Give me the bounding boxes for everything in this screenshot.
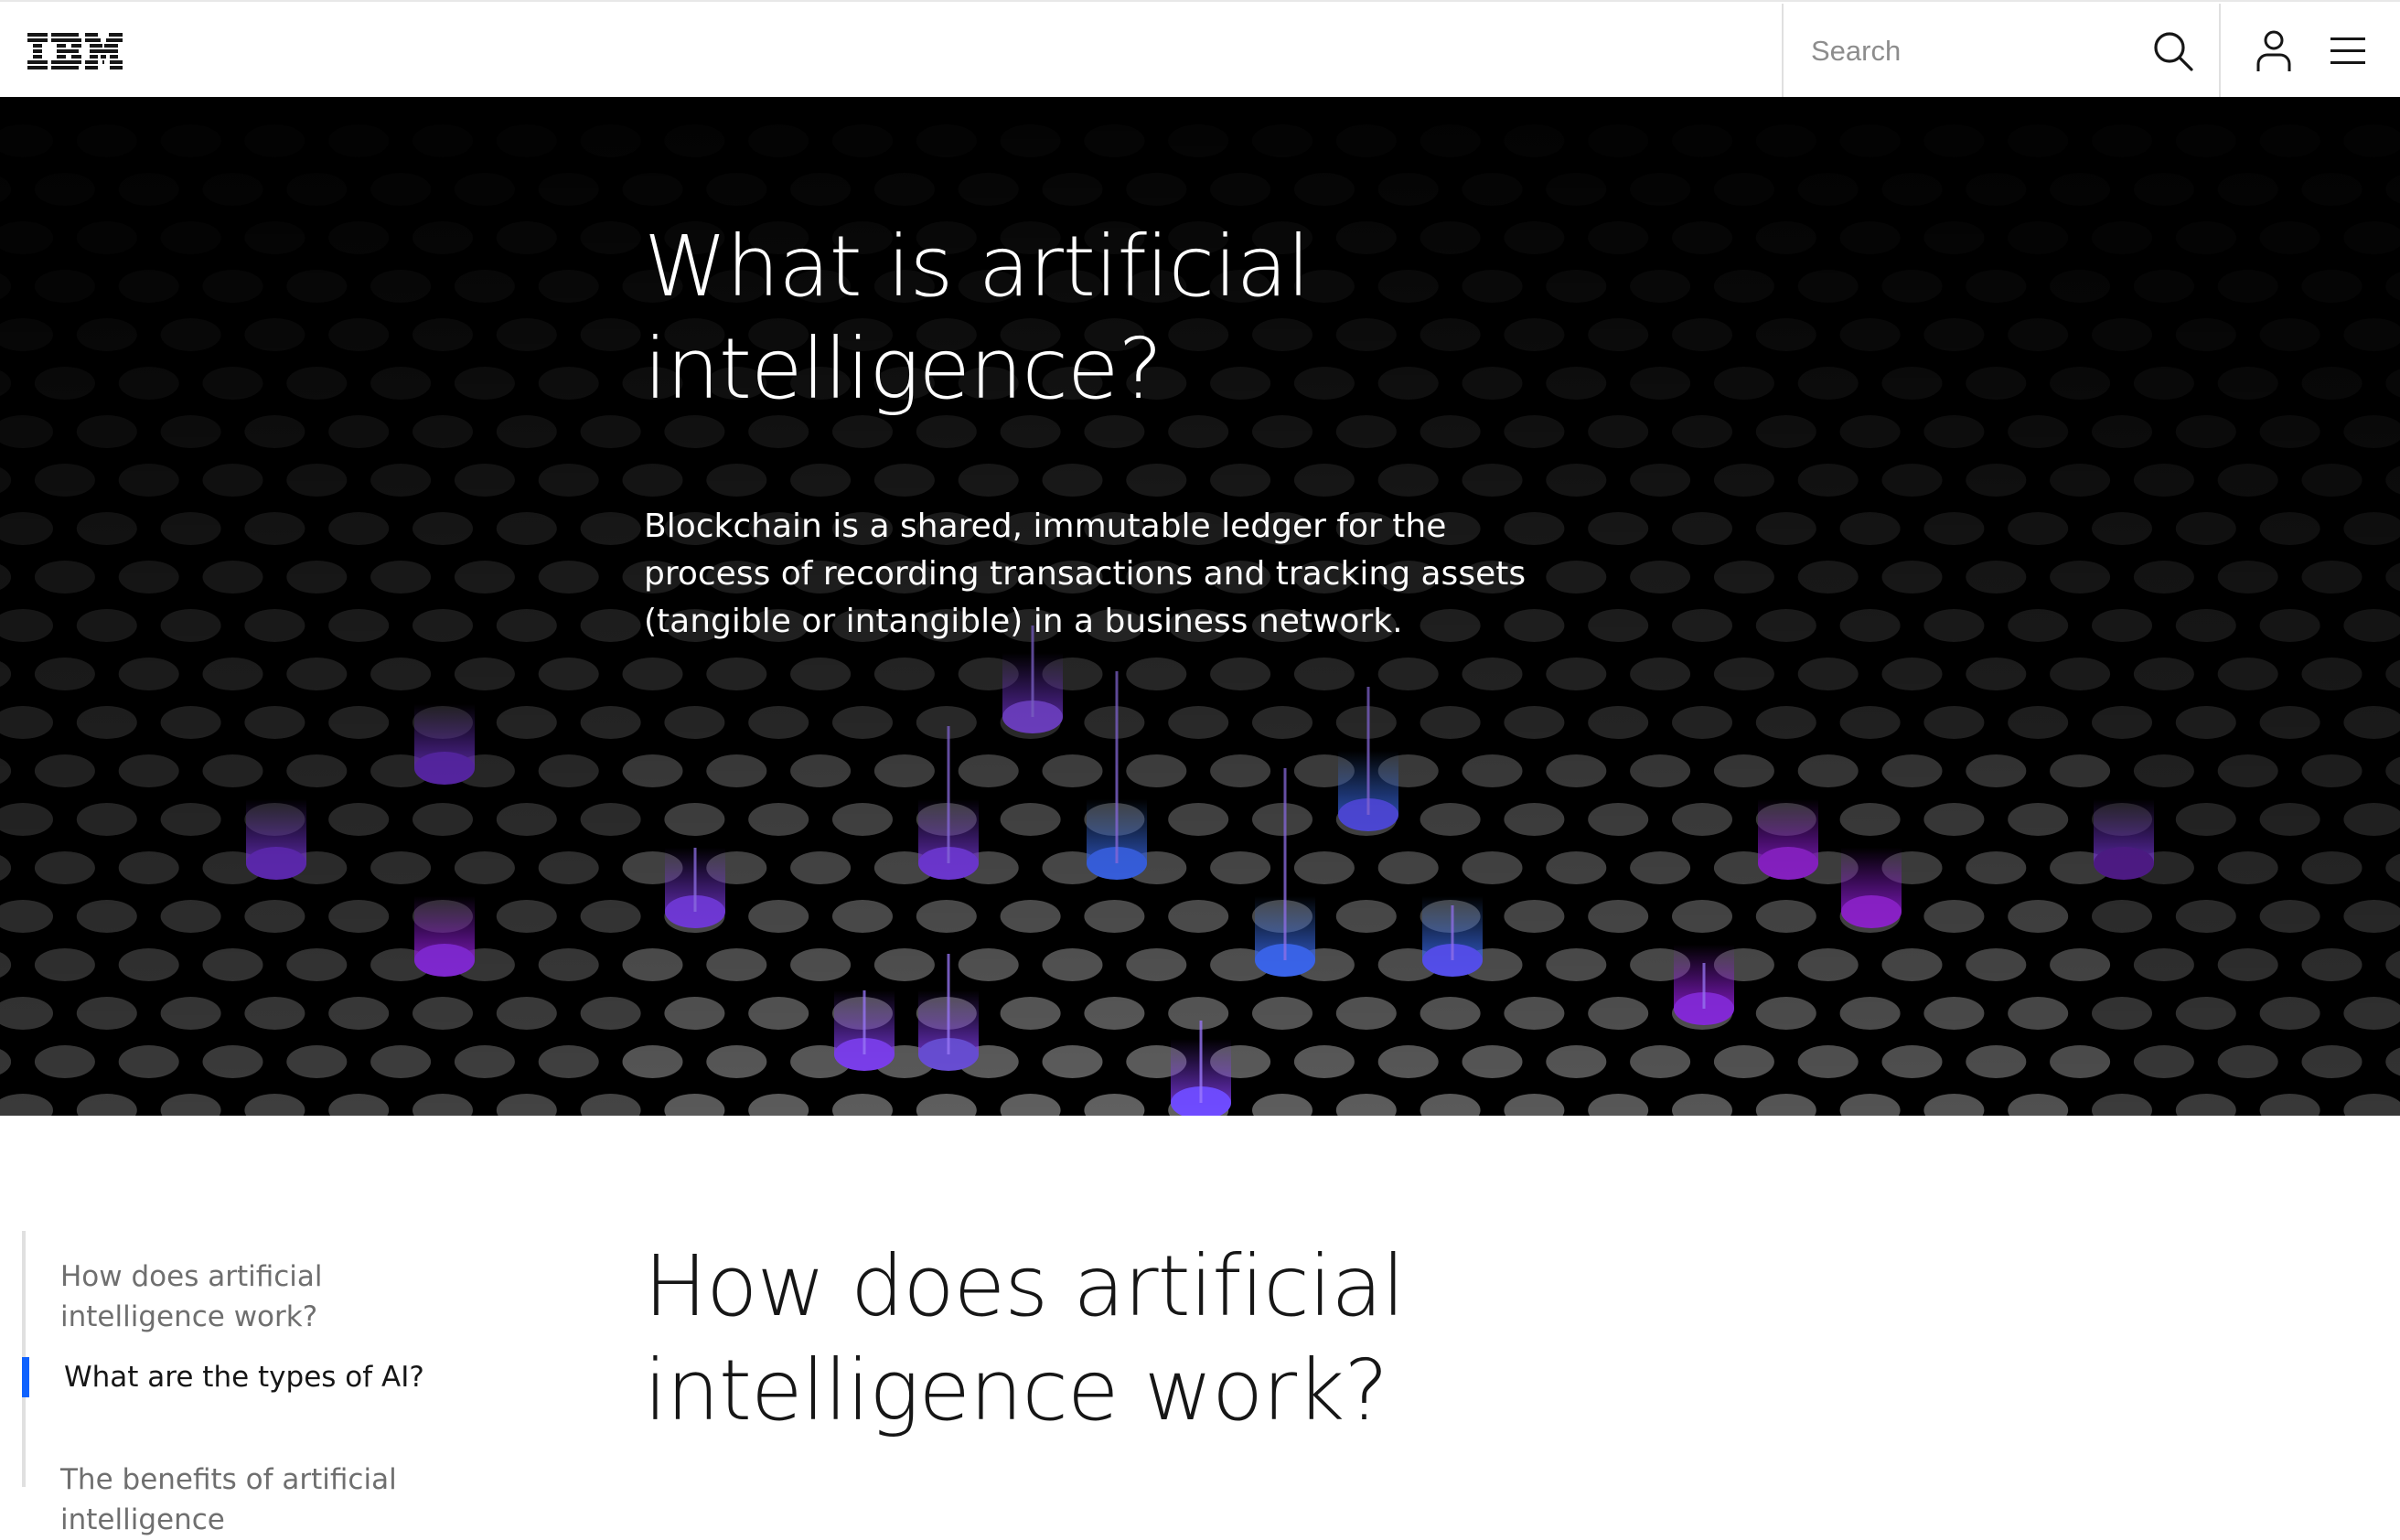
masthead [0, 0, 2400, 97]
toc-item-benefits-of-ai[interactable]: The benefits of artificial intelligence [26, 1460, 465, 1540]
menu-icon[interactable] [2330, 35, 2365, 68]
ibm-logo[interactable] [27, 33, 123, 71]
toc-item-how-ai-works[interactable]: How does artificial intelligence work? [26, 1257, 465, 1337]
user-icon[interactable] [2255, 29, 2292, 73]
section-title: How does artificial intelligence work? [644, 1237, 1405, 1439]
hero-banner: What is artificial intelligence? Blockch… [0, 97, 2400, 1116]
toc-item-types-of-ai[interactable]: What are the types of AI? [22, 1357, 461, 1397]
search-icon[interactable] [2151, 29, 2195, 73]
hero-title: What is artificial intelligence? [644, 218, 1311, 418]
hero-description: Blockchain is a shared, immutable ledger… [644, 508, 1527, 640]
search-input[interactable] [1809, 31, 2138, 71]
table-of-contents: How does artificial intelligence work? W… [22, 1231, 498, 1536]
